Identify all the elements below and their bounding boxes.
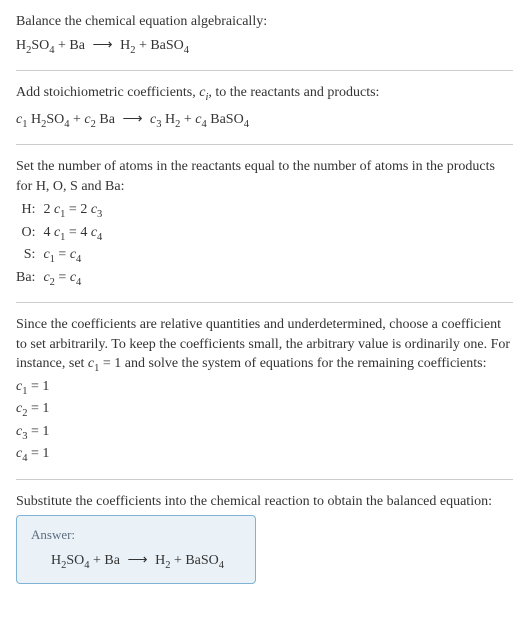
intro-section: Balance the chemical equation algebraica… [16, 12, 513, 58]
step1-text: Add stoichiometric coefficients, ci, to … [16, 83, 513, 105]
table-row: H: 2 c1 = 2 c3 [16, 200, 102, 222]
table-row: S: c1 = c4 [16, 245, 102, 267]
atom-label-ba: Ba: [16, 268, 43, 290]
atom-eq-h: 2 c1 = 2 c3 [43, 200, 102, 222]
atom-label-h: H: [16, 200, 43, 222]
divider [16, 479, 513, 480]
answer-box: Answer: H2SO4 + Ba ⟶ H2 + BaSO4 [16, 515, 256, 584]
step3-section: Since the coefficients are relative quan… [16, 315, 513, 467]
divider [16, 144, 513, 145]
step1-section: Add stoichiometric coefficients, ci, to … [16, 83, 513, 132]
coeff-line-4: c4 = 1 [16, 444, 513, 466]
coeff-line-3: c3 = 1 [16, 422, 513, 444]
step4-section: Substitute the coefficients into the che… [16, 492, 513, 584]
answer-label: Answer: [31, 526, 241, 544]
atom-eq-ba: c2 = c4 [43, 268, 102, 290]
divider [16, 302, 513, 303]
intro-text: Balance the chemical equation algebraica… [16, 12, 513, 32]
atom-eq-o: 4 c1 = 4 c4 [43, 223, 102, 245]
step2-text: Set the number of atoms in the reactants… [16, 157, 513, 196]
divider [16, 70, 513, 71]
table-row: O: 4 c1 = 4 c4 [16, 223, 102, 245]
step1-equation: c1 H2SO4 + c2 Ba ⟶ c3 H2 + c4 BaSO4 [16, 110, 513, 132]
step2-section: Set the number of atoms in the reactants… [16, 157, 513, 290]
step3-text: Since the coefficients are relative quan… [16, 315, 513, 377]
atom-eq-s: c1 = c4 [43, 245, 102, 267]
step4-text: Substitute the coefficients into the che… [16, 492, 513, 512]
coeff-line-1: c1 = 1 [16, 377, 513, 399]
intro-equation: H2SO4 + Ba ⟶ H2 + BaSO4 [16, 36, 513, 58]
atom-label-o: O: [16, 223, 43, 245]
table-row: Ba: c2 = c4 [16, 268, 102, 290]
answer-equation: H2SO4 + Ba ⟶ H2 + BaSO4 [31, 551, 241, 573]
atom-label-s: S: [16, 245, 43, 267]
coeff-line-2: c2 = 1 [16, 399, 513, 421]
atom-balance-table: H: 2 c1 = 2 c3 O: 4 c1 = 4 c4 S: c1 = c4… [16, 200, 102, 290]
